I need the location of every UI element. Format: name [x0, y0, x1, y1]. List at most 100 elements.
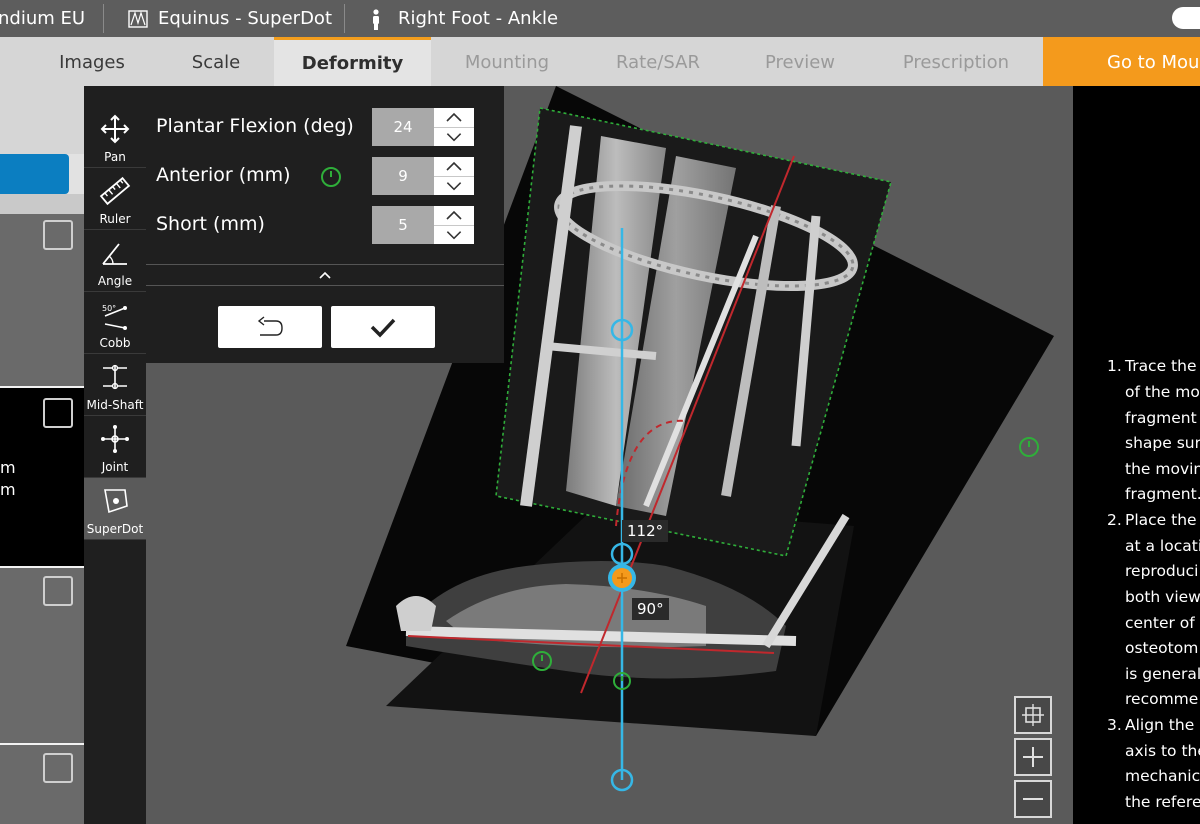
image-thumbnail[interactable] [0, 745, 84, 824]
tab-preview[interactable]: Preview [744, 37, 856, 86]
tool-label: Angle [97, 274, 133, 288]
rotate-handle-icon[interactable] [1019, 437, 1039, 457]
checkmark-icon [370, 318, 396, 338]
tab-rate-sar[interactable]: Rate/SAR [596, 37, 720, 86]
deformity-parameters-panel: Plantar Flexion (deg) 24 Anterior (mm) 9… [146, 86, 504, 363]
instruction-line: center of t [1125, 614, 1200, 632]
tab-mounting[interactable]: Mounting [440, 37, 574, 86]
toggle-switch[interactable] [1172, 7, 1200, 29]
workflow-tabs: Images Scale Deformity Mounting Rate/SAR… [0, 37, 1200, 86]
plantar-flexion-stepper[interactable] [434, 108, 474, 146]
tool-label: Cobb [99, 336, 131, 350]
zoom-in-button[interactable] [1014, 738, 1052, 776]
chevron-up-icon[interactable] [434, 108, 474, 127]
superdot-icon [104, 489, 128, 514]
tool-label: SuperDot [86, 522, 144, 536]
chevron-down-icon[interactable] [434, 127, 474, 146]
instruction-line: Trace the [1125, 357, 1197, 375]
tab-prescription[interactable]: Prescription [886, 37, 1026, 86]
instruction-line: axis to the [1125, 742, 1200, 760]
limb-name[interactable]: Right Foot - Ankle [398, 0, 558, 37]
thumbnail-text: m [0, 458, 16, 477]
instruction-line: at a locati [1125, 537, 1200, 555]
tool-label: Ruler [99, 212, 131, 226]
tool-label: Pan [104, 150, 126, 164]
case-name[interactable]: Equinus - SuperDot [158, 0, 332, 37]
thumbnail-text: m [0, 480, 16, 499]
tool-mid-shaft[interactable]: Mid-Shaft [84, 354, 146, 416]
step-number: 1. [1107, 357, 1122, 375]
image-thumbnail[interactable] [0, 568, 84, 743]
tab-deformity[interactable]: Deformity [274, 37, 431, 86]
short-field[interactable]: 5 [372, 206, 434, 244]
instruction-line: osteotom [1125, 639, 1199, 657]
instruction-line: mechanic [1125, 767, 1200, 785]
image-checkbox[interactable] [43, 753, 73, 783]
joint-icon [101, 425, 129, 453]
fit-screen-icon [1022, 704, 1044, 726]
list-item [0, 154, 84, 194]
tool-ruler[interactable]: Ruler [84, 168, 146, 230]
anterior-stepper[interactable] [434, 157, 474, 195]
chevron-down-icon[interactable] [434, 176, 474, 195]
plantar-flexion-field[interactable]: 24 [372, 108, 434, 146]
title-bar: ndium EU Equinus - SuperDot Right Foot -… [0, 0, 1200, 37]
undo-button[interactable] [218, 306, 322, 348]
tab-scale[interactable]: Scale [158, 37, 274, 86]
chevron-up-icon [319, 271, 331, 279]
tool-joint[interactable]: Joint [84, 416, 146, 478]
person-icon [373, 9, 379, 30]
image-list-panel: m m [0, 86, 84, 824]
mid-shaft-icon [103, 364, 127, 390]
instruction-line: Align the S [1125, 716, 1200, 734]
instruction-line: both view [1125, 588, 1200, 606]
short-stepper[interactable] [434, 206, 474, 244]
minus-icon [1023, 798, 1043, 800]
step-number: 3. [1107, 716, 1122, 734]
collapse-panel-button[interactable] [146, 264, 504, 286]
instruction-line: the movin [1125, 460, 1200, 478]
undo-icon [257, 316, 283, 336]
anterior-field[interactable]: 9 [372, 157, 434, 195]
instructions-panel: 1. Trace the of the mov fragment shape s… [1073, 86, 1200, 824]
instruction-line: fragment [1125, 409, 1197, 427]
fit-to-screen-button[interactable] [1014, 696, 1052, 734]
instruction-line: recomme [1125, 690, 1199, 708]
go-to-mounting-button[interactable]: Go to Moun [1043, 37, 1200, 86]
instruction-line: is general [1125, 665, 1200, 683]
pan-icon [100, 114, 130, 144]
image-checkbox[interactable] [43, 220, 73, 250]
plus-icon [1023, 747, 1043, 767]
confirm-button[interactable] [331, 306, 435, 348]
primary-button[interactable] [0, 154, 69, 194]
tool-cobb[interactable]: 50° Cobb [84, 292, 146, 354]
tool-pan[interactable]: Pan [84, 106, 146, 168]
case-icon [128, 10, 148, 28]
workspace-name[interactable]: ndium EU [0, 0, 85, 37]
image-thumbnail[interactable] [0, 214, 84, 386]
tool-rail: Pan Ruler Angle 50° Cobb Mid-Shaft Joint… [84, 86, 146, 824]
param-label: Plantar Flexion (deg) [156, 115, 354, 137]
angle-icon [102, 243, 127, 265]
tool-angle[interactable]: Angle [84, 230, 146, 292]
image-checkbox[interactable] [43, 398, 73, 428]
step-number: 2. [1107, 511, 1122, 529]
tool-superdot[interactable]: SuperDot [84, 478, 146, 540]
image-checkbox[interactable] [43, 576, 73, 606]
instruction-line: reproduci [1125, 562, 1199, 580]
rotate-handle-icon[interactable] [320, 166, 342, 188]
chevron-up-icon[interactable] [434, 157, 474, 176]
zoom-out-button[interactable] [1014, 780, 1052, 818]
angle-label: 90° [632, 598, 669, 620]
instruction-line: Place the [1125, 511, 1197, 529]
chevron-up-icon[interactable] [434, 206, 474, 225]
param-label: Short (mm) [156, 213, 265, 235]
tab-images[interactable]: Images [34, 37, 150, 86]
title-separator [344, 4, 345, 33]
chevron-down-icon[interactable] [434, 225, 474, 244]
angle-label: 112° [622, 520, 669, 542]
param-label: Anterior (mm) [156, 164, 291, 186]
tool-label: Joint [101, 460, 129, 474]
image-thumbnail-selected[interactable]: m m [0, 388, 84, 566]
list-header [0, 86, 84, 154]
